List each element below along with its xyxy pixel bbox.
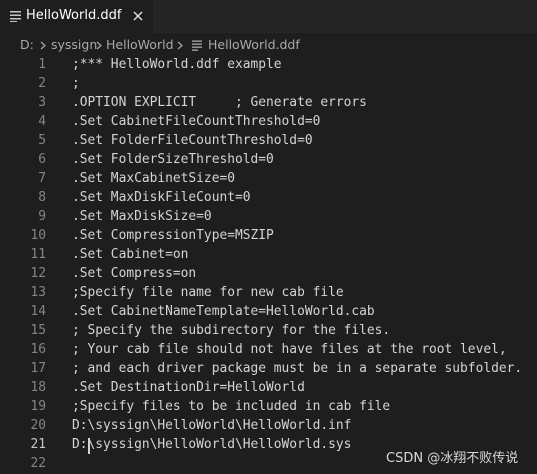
line-number: 3 <box>38 95 46 110</box>
tab-label: HelloWorld.ddf <box>26 8 122 23</box>
line-number: 1 <box>38 57 46 72</box>
line-number: 7 <box>38 171 46 186</box>
code-text[interactable]: ; Your cab file should not have files at… <box>72 342 507 357</box>
line-number: 14 <box>30 304 46 319</box>
code-line[interactable]: 1 ;*** HelloWorld.ddf example <box>0 56 537 75</box>
line-number: 8 <box>38 190 46 205</box>
breadcrumb-drive[interactable]: D: <box>20 37 34 52</box>
line-number: 21 <box>30 437 46 452</box>
code-line[interactable]: 9 .Set MaxDiskSize=0 <box>0 208 537 227</box>
code-line[interactable]: 16 ; Your cab file should not have files … <box>0 341 537 360</box>
line-number: 12 <box>30 266 46 281</box>
line-number: 22 <box>30 456 46 471</box>
lines-file-icon <box>192 40 202 51</box>
code-text[interactable]: D:\syssign\HelloWorld\HelloWorld.inf <box>72 418 351 433</box>
watermark: CSDN @冰翔不败传说 <box>386 451 519 466</box>
code-text[interactable]: .Set Cabinet=on <box>72 247 188 262</box>
code-text[interactable]: .Set FolderSizeThreshold=0 <box>72 152 274 167</box>
code-editor[interactable]: 1 ;*** HelloWorld.ddf example 2; 3 .OPTION E… <box>0 55 537 474</box>
chevron-right-icon <box>96 41 102 50</box>
line-number: 13 <box>30 285 46 300</box>
line-number: 15 <box>30 323 46 338</box>
code-line[interactable]: 20 D:\syssign\HelloWorld\HelloWorld.inf <box>0 417 537 436</box>
code-text[interactable]: .Set MaxCabinetSize=0 <box>72 171 235 186</box>
line-number: 17 <box>30 361 46 376</box>
code-line[interactable]: 5 .Set FolderFileCountThreshold=0 <box>0 132 537 151</box>
line-number: 11 <box>30 247 46 262</box>
code-text[interactable]: ; <box>72 76 80 91</box>
code-text[interactable]: D:\syssign\HelloWorld\HelloWorld.sys <box>72 437 351 452</box>
code-text[interactable]: .Set Compress=on <box>72 266 196 281</box>
code-line[interactable]: 8 .Set MaxDiskFileCount=0 <box>0 189 537 208</box>
code-line[interactable]: 14 .Set CabinetNameTemplate=HelloWorld.ca… <box>0 303 537 322</box>
chevron-right-icon <box>40 41 46 50</box>
line-number: 9 <box>38 209 46 224</box>
code-line[interactable]: 7 .Set MaxCabinetSize=0 <box>0 170 537 189</box>
code-text[interactable]: .Set MaxDiskFileCount=0 <box>72 190 251 205</box>
tab-bar: HelloWorld.ddf <box>0 0 537 33</box>
line-number: 20 <box>30 418 46 433</box>
breadcrumb-file[interactable]: HelloWorld.ddf <box>208 37 300 52</box>
code-text[interactable]: .Set MaxDiskSize=0 <box>72 209 212 224</box>
code-line[interactable]: 13 ;Specify file name for new cab file <box>0 284 537 303</box>
close-icon[interactable] <box>130 8 146 24</box>
line-number: 5 <box>38 133 46 148</box>
code-text[interactable]: .Set CabinetNameTemplate=HelloWorld.cab <box>72 304 375 319</box>
code-line[interactable]: 19 ;Specify files to be included in cab f… <box>0 398 537 417</box>
code-text[interactable]: .Set CabinetFileCountThreshold=0 <box>72 114 320 129</box>
code-text[interactable]: ;Specify files to be included in cab fil… <box>72 399 390 414</box>
code-line[interactable]: 3 .OPTION EXPLICIT ; Generate errors <box>0 94 537 113</box>
breadcrumb-syssign[interactable]: syssign <box>51 37 97 52</box>
code-line[interactable]: 18 .Set DestinationDir=HelloWorld <box>0 379 537 398</box>
line-number: 10 <box>30 228 46 243</box>
code-line[interactable]: 11 .Set Cabinet=on <box>0 246 537 265</box>
line-number: 2 <box>38 76 46 91</box>
line-number: 6 <box>38 152 46 167</box>
tab-helloworld-ddf[interactable]: HelloWorld.ddf <box>0 0 153 33</box>
lines-file-icon <box>10 11 21 22</box>
text-cursor <box>88 438 90 454</box>
code-line[interactable]: 12 .Set Compress=on <box>0 265 537 284</box>
code-text[interactable]: .OPTION EXPLICIT ; Generate errors <box>72 95 367 110</box>
code-line[interactable]: 6 .Set FolderSizeThreshold=0 <box>0 151 537 170</box>
code-line[interactable]: 17 ; and each driver package must be in a… <box>0 360 537 379</box>
code-line[interactable]: 15 ; Specify the subdirectory for the fil… <box>0 322 537 341</box>
code-text[interactable]: .Set FolderFileCountThreshold=0 <box>72 133 313 148</box>
line-number: 19 <box>30 399 46 414</box>
code-text[interactable]: ;*** HelloWorld.ddf example <box>72 57 282 72</box>
code-line[interactable]: 10 .Set CompressionType=MSZIP <box>0 227 537 246</box>
code-text[interactable]: .Set DestinationDir=HelloWorld <box>72 380 305 395</box>
code-text[interactable]: ;Specify file name for new cab file <box>72 285 344 300</box>
code-line[interactable]: 4 .Set CabinetFileCountThreshold=0 <box>0 113 537 132</box>
code-text[interactable]: ; Specify the subdirectory for the files… <box>72 323 390 338</box>
breadcrumb-helloworld[interactable]: HelloWorld <box>106 37 174 52</box>
code-line[interactable]: 2; <box>0 75 537 94</box>
chevron-right-icon <box>177 41 183 50</box>
line-number: 16 <box>30 342 46 357</box>
line-number: 18 <box>30 380 46 395</box>
breadcrumb: D: syssign HelloWorld HelloWorld.ddf <box>0 33 537 55</box>
code-text[interactable]: ; and each driver package must be in a s… <box>72 361 522 376</box>
line-number: 4 <box>38 114 46 129</box>
code-text[interactable]: .Set CompressionType=MSZIP <box>72 228 274 243</box>
